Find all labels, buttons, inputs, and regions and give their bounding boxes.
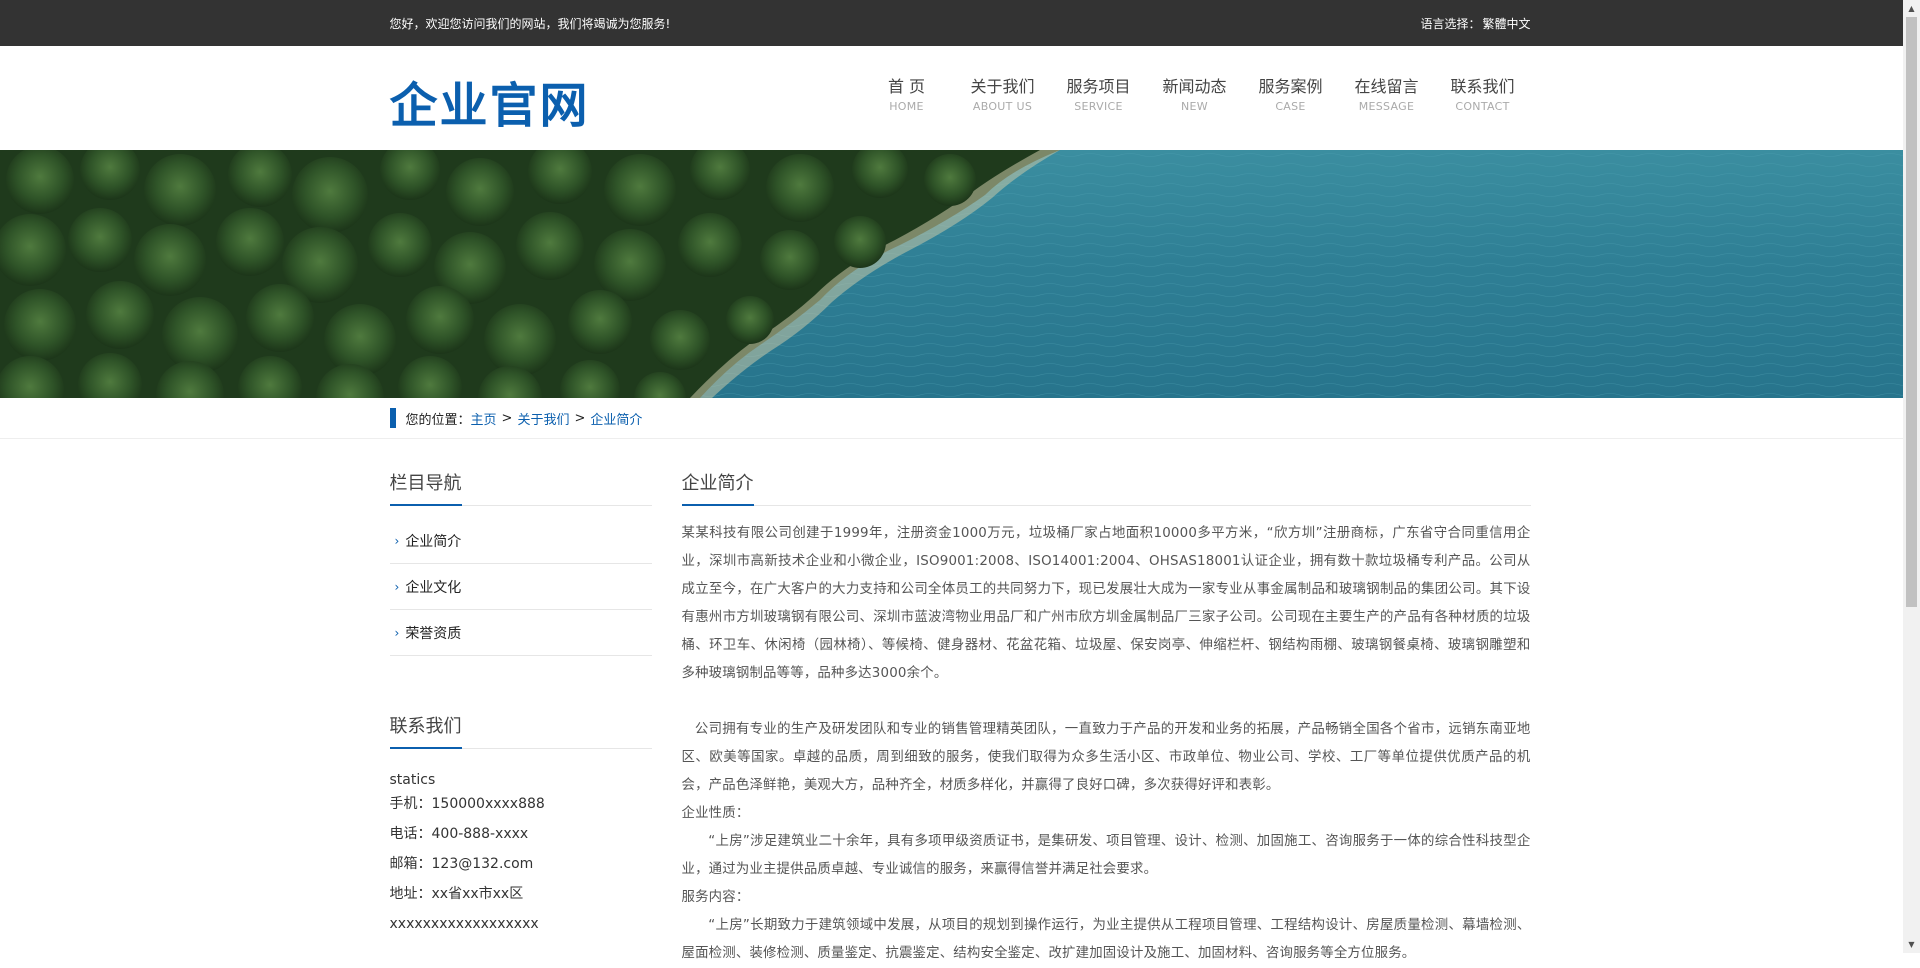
main-content-area: 栏目导航 › 企业简介 › 企业文化 › 荣誉资质 联系我们 statics 手… [389,439,1531,968]
language-selector: 语言选择： 繁體中文 [1420,15,1530,32]
nav-item-news[interactable]: 新闻动态 NEW [1147,76,1243,150]
nav-sublabel: ABOUT US [972,100,1033,113]
nav-item-home[interactable]: 首 页 HOME [859,76,955,150]
breadcrumb-home-link[interactable]: 主页 [471,409,497,428]
scroll-up-arrow-icon[interactable]: ▲ [1903,0,1920,17]
contact-tel: 电话：400-888-xxxx [389,826,529,842]
contact-email: 邮箱：123@132.com [389,856,534,872]
sidebar-nav-title: 栏目导航 [389,469,652,506]
nav-sublabel: MESSAGE [1358,100,1415,113]
nav-sublabel: HOME [889,100,924,113]
contact-info: statics 手机：150000xxxx888 电话：400-888-xxxx… [390,771,652,939]
top-bar: 您好，欢迎您访问我们的网站，我们将竭诚为您服务! 语言选择： 繁體中文 [0,0,1920,46]
breadcrumb-current-link[interactable]: 企业简介 [590,409,642,428]
article-section: 企业简介 某某科技有限公司创建于1999年，注册资金1000万元，垃圾桶厂家占地… [681,469,1531,968]
nav-label: 首 页 [887,77,926,96]
sidebar-menu: › 企业简介 › 企业文化 › 荣誉资质 [389,518,652,656]
breadcrumb-bar: 您的位置： 主页 > 关于我们 > 企业简介 [0,398,1920,439]
nav-item-service[interactable]: 服务项目 SERVICE [1051,76,1147,150]
banner-image [0,150,1920,398]
article-subheading: 企业性质： [681,806,750,821]
nav-label: 联系我们 [1450,77,1515,96]
sidebar-item-label: 荣誉资质 [405,625,462,642]
scrollbar-thumb[interactable] [1906,17,1917,607]
article-paragraph: “上房”涉足建筑业二十余年，具有多项甲级资质证书，是集研发、项目管理、设计、检测… [681,834,1531,877]
banner-forest-lake-graphic [0,150,1920,398]
page-scrollbar[interactable]: ▲ ▼ [1903,0,1920,953]
article-subheading: 服务内容： [681,890,750,905]
site-header: 企业官网 首 页 HOME 关于我们 ABOUT US 服务项目 SERVICE… [0,46,1920,150]
nav-item-contact[interactable]: 联系我们 CONTACT [1435,76,1531,150]
site-logo[interactable]: 企业官网 [390,66,590,150]
nav-label: 服务项目 [1066,77,1131,96]
main-nav: 首 页 HOME 关于我们 ABOUT US 服务项目 SERVICE 新闻动态… [859,76,1531,150]
page-title: 企业简介 [681,469,1531,506]
sidebar-item-label: 企业文化 [405,579,462,596]
sidebar: 栏目导航 › 企业简介 › 企业文化 › 荣誉资质 联系我们 statics 手… [389,469,652,968]
article-paragraph: “上房”长期致力于建筑领域中发展，从项目的规划到操作运行，为业主提供从工程项目管… [681,918,1531,961]
nav-sublabel: CASE [1275,100,1306,113]
sidebar-item-company-profile[interactable]: › 企业简介 [389,518,652,564]
sidebar-contact-title: 联系我们 [389,712,652,749]
nav-item-about[interactable]: 关于我们 ABOUT US [955,76,1051,150]
nav-sublabel: SERVICE [1074,100,1123,113]
nav-label: 新闻动态 [1162,77,1227,96]
breadcrumb-about-link[interactable]: 关于我们 [517,409,569,428]
breadcrumb-separator: > [574,410,586,426]
breadcrumb-separator: > [501,410,513,426]
nav-item-case[interactable]: 服务案例 CASE [1243,76,1339,150]
contact-phone: 手机：150000xxxx888 [389,796,545,812]
breadcrumb: 您的位置： 主页 > 关于我们 > 企业简介 [389,398,1531,438]
scroll-down-arrow-icon[interactable]: ▼ [1903,936,1920,953]
language-option-traditional[interactable]: 繁體中文 [1482,15,1530,32]
chevron-right-icon: › [394,625,400,640]
nav-label: 服务案例 [1258,77,1323,96]
breadcrumb-label: 您的位置： [405,412,471,428]
chevron-right-icon: › [394,533,400,548]
sidebar-item-label: 企业简介 [405,533,462,550]
nav-label: 在线留言 [1354,77,1419,96]
breadcrumb-marker [389,408,396,428]
nav-sublabel: NEW [1181,100,1208,113]
welcome-text: 您好，欢迎您访问我们的网站，我们将竭诚为您服务! [389,16,671,31]
article-paragraph: 某某科技有限公司创建于1999年，注册资金1000万元，垃圾桶厂家占地面积100… [681,526,1531,681]
contact-address: 地址：xx省xx市xx区xxxxxxxxxxxxxxxxxx [389,886,539,932]
language-label: 语言选择： [1420,16,1481,31]
sidebar-item-honors[interactable]: › 荣誉资质 [389,610,652,656]
nav-item-message[interactable]: 在线留言 MESSAGE [1339,76,1435,150]
contact-org: statics [389,772,436,788]
article-paragraph: 公司拥有专业的生产及研发团队和专业的销售管理精英团队，一直致力于产品的开发和业务… [681,722,1531,793]
nav-sublabel: CONTACT [1455,100,1510,113]
nav-label: 关于我们 [970,77,1035,96]
chevron-right-icon: › [394,579,400,594]
sidebar-item-company-culture[interactable]: › 企业文化 [389,564,652,610]
article-body: 某某科技有限公司创建于1999年，注册资金1000万元，垃圾桶厂家占地面积100… [682,520,1531,968]
